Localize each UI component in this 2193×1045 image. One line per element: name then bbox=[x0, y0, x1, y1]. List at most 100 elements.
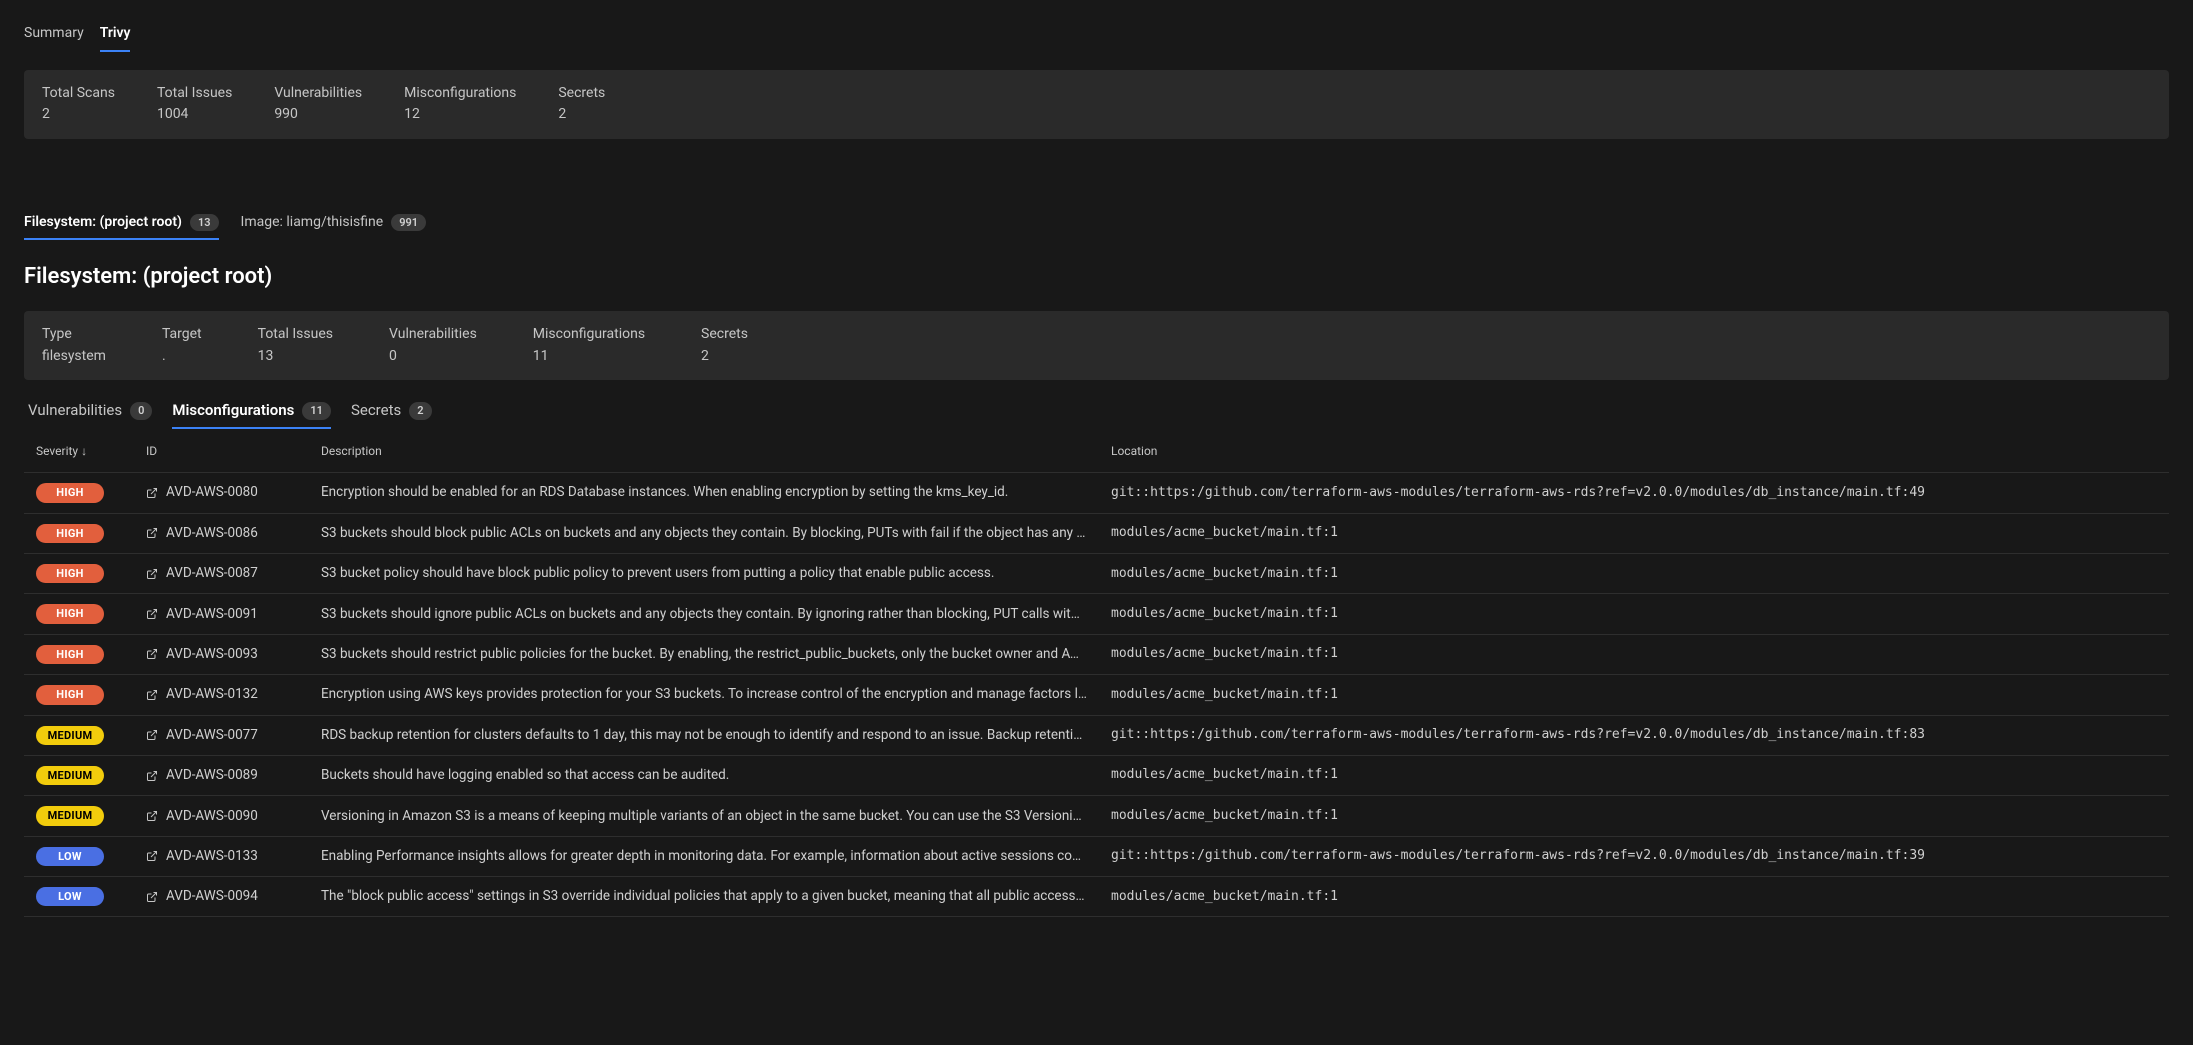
rule-id: AVD-AWS-0077 bbox=[166, 726, 258, 745]
external-link-icon[interactable] bbox=[146, 689, 158, 701]
col-location[interactable]: Location bbox=[1099, 431, 2169, 472]
id-cell: AVD-AWS-0133 bbox=[146, 847, 297, 866]
table-row[interactable]: LOW AVD-AWS-0133 Enabling Performance in… bbox=[24, 836, 2169, 876]
description-cell: S3 buckets should ignore public ACLs on … bbox=[309, 594, 1099, 634]
external-link-icon[interactable] bbox=[146, 527, 158, 539]
description-cell: S3 buckets should block public ACLs on b… bbox=[309, 513, 1099, 553]
description-cell: RDS backup retention for clusters defaul… bbox=[309, 715, 1099, 755]
table-row[interactable]: MEDIUM AVD-AWS-0089 Buckets should have … bbox=[24, 755, 2169, 795]
id-cell: AVD-AWS-0077 bbox=[146, 726, 297, 745]
external-link-icon[interactable] bbox=[146, 850, 158, 862]
external-link-icon[interactable] bbox=[146, 810, 158, 822]
table-row[interactable]: HIGH AVD-AWS-0080 Encryption should be e… bbox=[24, 473, 2169, 513]
severity-badge: HIGH bbox=[36, 564, 104, 583]
severity-badge: MEDIUM bbox=[36, 766, 104, 785]
external-link-icon[interactable] bbox=[146, 891, 158, 903]
description-cell: The "block public access" settings in S3… bbox=[309, 877, 1099, 917]
location-cell: git::https:/github.com/terraform-aws-mod… bbox=[1099, 473, 2169, 513]
summary-stats-card: Total Scans2Total Issues1004Vulnerabilit… bbox=[24, 70, 2169, 139]
sub-tab-label: Secrets bbox=[351, 400, 401, 421]
location-cell: modules/acme_bucket/main.tf:1 bbox=[1099, 796, 2169, 836]
table-row[interactable]: MEDIUM AVD-AWS-0090 Versioning in Amazon… bbox=[24, 796, 2169, 836]
col-severity[interactable]: Severity bbox=[24, 431, 134, 472]
description-cell: Buckets should have logging enabled so t… bbox=[309, 755, 1099, 795]
col-id[interactable]: ID bbox=[134, 431, 309, 472]
source-tab[interactable]: Image: liamg/thisisfine991 bbox=[241, 207, 427, 241]
table-row[interactable]: HIGH AVD-AWS-0086 S3 buckets should bloc… bbox=[24, 513, 2169, 553]
count-pill: 0 bbox=[130, 402, 152, 419]
stat-label: Type bbox=[42, 325, 106, 345]
severity-badge: HIGH bbox=[36, 524, 104, 543]
description-cell: Versioning in Amazon S3 is a means of ke… bbox=[309, 796, 1099, 836]
stat-block: Vulnerabilities990 bbox=[274, 84, 362, 125]
sub-tab[interactable]: Vulnerabilities0 bbox=[28, 394, 152, 429]
stat-value: 0 bbox=[389, 347, 477, 367]
external-link-icon[interactable] bbox=[146, 608, 158, 620]
stat-value: 2 bbox=[42, 105, 115, 125]
stat-label: Target bbox=[162, 325, 202, 345]
rule-id: AVD-AWS-0089 bbox=[166, 766, 258, 785]
severity-badge: HIGH bbox=[36, 685, 104, 704]
external-link-icon[interactable] bbox=[146, 648, 158, 660]
stat-value: 12 bbox=[404, 105, 516, 125]
stat-value: filesystem bbox=[42, 347, 106, 367]
stat-label: Vulnerabilities bbox=[274, 84, 362, 104]
stat-block: Misconfigurations11 bbox=[533, 325, 645, 366]
location-cell: modules/acme_bucket/main.tf:1 bbox=[1099, 755, 2169, 795]
misconfigurations-table: Severity ID Description Location HIGH AV… bbox=[24, 431, 2169, 917]
stat-label: Total Scans bbox=[42, 84, 115, 104]
stat-value: 2 bbox=[558, 105, 605, 125]
tab-trivy[interactable]: Trivy bbox=[100, 18, 131, 52]
tab-summary[interactable]: Summary bbox=[24, 18, 84, 52]
sub-tab[interactable]: Misconfigurations11 bbox=[172, 394, 331, 429]
severity-badge: LOW bbox=[36, 847, 104, 866]
table-row[interactable]: HIGH AVD-AWS-0132 Encryption using AWS k… bbox=[24, 675, 2169, 715]
source-tab-label: Image: liamg/thisisfine bbox=[241, 213, 384, 233]
external-link-icon[interactable] bbox=[146, 770, 158, 782]
sub-tab[interactable]: Secrets 2 bbox=[351, 394, 432, 429]
external-link-icon[interactable] bbox=[146, 568, 158, 580]
source-tab-label: Filesystem: (project root) bbox=[24, 213, 182, 233]
table-row[interactable]: HIGH AVD-AWS-0093 S3 buckets should rest… bbox=[24, 634, 2169, 674]
stat-block: Secrets2 bbox=[701, 325, 748, 366]
stat-block: Vulnerabilities0 bbox=[389, 325, 477, 366]
location-cell: modules/acme_bucket/main.tf:1 bbox=[1099, 594, 2169, 634]
location-cell: modules/acme_bucket/main.tf:1 bbox=[1099, 675, 2169, 715]
table-row[interactable]: HIGH AVD-AWS-0091 S3 buckets should igno… bbox=[24, 594, 2169, 634]
col-description[interactable]: Description bbox=[309, 431, 1099, 472]
stat-value: 13 bbox=[258, 347, 333, 367]
table-row[interactable]: MEDIUM AVD-AWS-0077 RDS backup retention… bbox=[24, 715, 2169, 755]
id-cell: AVD-AWS-0132 bbox=[146, 685, 297, 704]
location-cell: git::https:/github.com/terraform-aws-mod… bbox=[1099, 836, 2169, 876]
table-row[interactable]: LOW AVD-AWS-0094 The "block public acces… bbox=[24, 877, 2169, 917]
rule-id: AVD-AWS-0094 bbox=[166, 887, 258, 906]
section-title: Filesystem: (project root) bbox=[24, 262, 2169, 293]
id-cell: AVD-AWS-0087 bbox=[146, 564, 297, 583]
stat-block: Misconfigurations12 bbox=[404, 84, 516, 125]
source-tabs: Filesystem: (project root)13 Image: liamg… bbox=[24, 207, 2169, 241]
count-pill: 2 bbox=[409, 402, 431, 419]
sub-tabs: Vulnerabilities0 Misconfigurations11 Secre… bbox=[24, 386, 2169, 429]
stat-block: Total Scans2 bbox=[42, 84, 115, 125]
stat-block: Total Issues13 bbox=[258, 325, 333, 366]
stat-label: Secrets bbox=[558, 84, 605, 104]
external-link-icon[interactable] bbox=[146, 729, 158, 741]
id-cell: AVD-AWS-0086 bbox=[146, 524, 297, 543]
rule-id: AVD-AWS-0086 bbox=[166, 524, 258, 543]
id-cell: AVD-AWS-0080 bbox=[146, 483, 297, 502]
source-tab[interactable]: Filesystem: (project root)13 bbox=[24, 207, 219, 241]
rule-id: AVD-AWS-0087 bbox=[166, 564, 258, 583]
stat-value: 2 bbox=[701, 347, 748, 367]
table-row[interactable]: HIGH AVD-AWS-0087 S3 bucket policy shoul… bbox=[24, 553, 2169, 593]
description-cell: Enabling Performance insights allows for… bbox=[309, 836, 1099, 876]
location-cell: modules/acme_bucket/main.tf:1 bbox=[1099, 513, 2169, 553]
external-link-icon[interactable] bbox=[146, 487, 158, 499]
location-cell: git::https:/github.com/terraform-aws-mod… bbox=[1099, 715, 2169, 755]
stat-block: Typefilesystem bbox=[42, 325, 106, 366]
stat-label: Misconfigurations bbox=[533, 325, 645, 345]
location-cell: modules/acme_bucket/main.tf:1 bbox=[1099, 634, 2169, 674]
severity-badge: MEDIUM bbox=[36, 806, 104, 825]
stat-value: 11 bbox=[533, 347, 645, 367]
stat-block: Secrets2 bbox=[558, 84, 605, 125]
stat-label: Secrets bbox=[701, 325, 748, 345]
